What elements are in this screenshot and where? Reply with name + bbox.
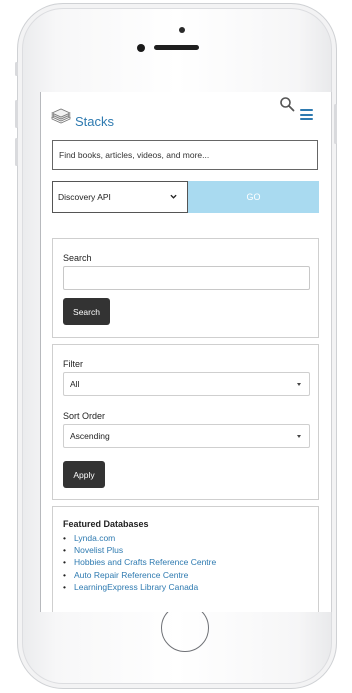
database-link[interactable]: Hobbies and Crafts Reference Centre (63, 556, 216, 568)
source-select-value: Discovery API (58, 192, 111, 202)
search-icon[interactable] (279, 96, 295, 112)
database-link[interactable]: LearningExpress Library Canada (63, 581, 216, 593)
filter-select[interactable]: All (63, 372, 310, 396)
phone-volume-up-button (15, 100, 18, 128)
phone-side-button (15, 62, 18, 76)
sort-order-label: Sort Order (63, 411, 106, 421)
phone-camera-dot (137, 44, 145, 52)
caret-down-icon (297, 435, 301, 438)
database-link[interactable]: Lynda.com (63, 532, 216, 544)
sort-order-select-value: Ascending (70, 431, 110, 441)
sort-order-select[interactable]: Ascending (63, 424, 310, 448)
site-brand[interactable]: Stacks (75, 114, 114, 129)
phone-speaker (154, 45, 199, 50)
stack-logo-icon[interactable] (51, 108, 71, 124)
apply-button[interactable]: Apply (63, 461, 105, 488)
source-select[interactable]: Discovery API (52, 181, 188, 213)
phone-power-button (334, 104, 337, 144)
chevron-down-icon (170, 194, 177, 199)
site-header: Stacks (41, 92, 331, 140)
caret-down-icon (297, 383, 301, 386)
go-button[interactable]: GO (188, 181, 319, 213)
database-link[interactable]: Novelist Plus (63, 544, 216, 556)
featured-databases-title: Featured Databases (63, 519, 149, 529)
filter-select-value: All (70, 379, 80, 389)
search-button[interactable]: Search (63, 298, 110, 325)
featured-databases-list: Lynda.com Novelist Plus Hobbies and Craf… (63, 532, 216, 593)
phone-sensor-dot (179, 27, 185, 33)
search-text-input[interactable] (63, 266, 310, 290)
find-search-input[interactable] (52, 140, 318, 170)
phone-screen: Stacks Discovery API GO Search Search Fi… (40, 92, 332, 612)
filter-label: Filter (63, 359, 83, 369)
database-link[interactable]: Auto Repair Reference Centre (63, 569, 216, 581)
search-label: Search (63, 253, 92, 263)
phone-volume-down-button (15, 138, 18, 166)
filter-panel: Filter All Sort Order Ascending Apply (52, 344, 319, 500)
hamburger-menu-icon[interactable] (300, 109, 313, 120)
search-panel: Search Search (52, 238, 319, 338)
featured-databases-panel: Featured Databases Lynda.com Novelist Pl… (52, 506, 319, 612)
